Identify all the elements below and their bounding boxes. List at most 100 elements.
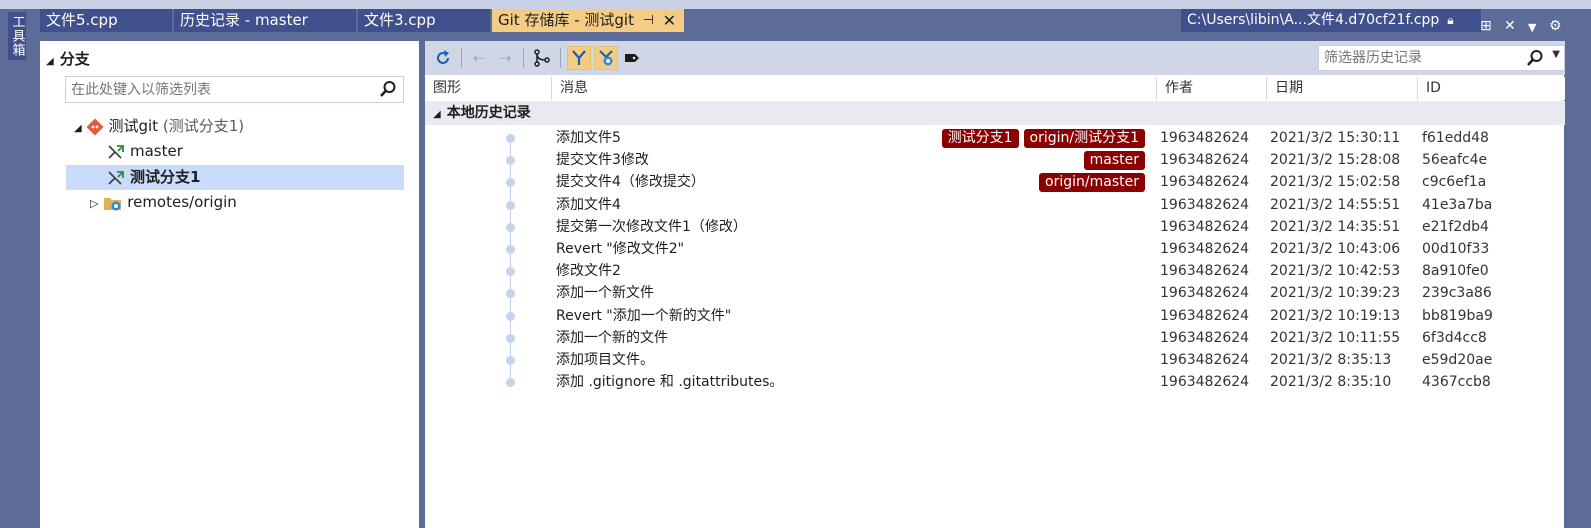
commit-row[interactable]: 添加文件5 1963482624 2021/3/2 15:30:11 f61edd48… bbox=[425, 127, 1565, 149]
repo-node[interactable]: ◢ 测试git (测试分支1) bbox=[74, 114, 244, 139]
commit-date: 2021/3/2 15:02:58 bbox=[1270, 174, 1401, 190]
ref-tags: 测试分支1 origin/测试分支1 bbox=[941, 129, 1145, 148]
tab-label: 文件3.cpp bbox=[364, 11, 436, 29]
commit-message: 添加 .gitignore 和 .gitattributes。 bbox=[556, 374, 784, 390]
commit-date: 2021/3/2 14:55:51 bbox=[1270, 197, 1401, 213]
toolbox-side-tab[interactable]: 工具箱 bbox=[8, 12, 26, 60]
commit-date: 2021/3/2 10:39:23 bbox=[1270, 285, 1401, 301]
branch-label: master bbox=[130, 142, 183, 160]
commit-date: 2021/3/2 10:19:13 bbox=[1270, 308, 1401, 324]
branches-header[interactable]: ◢ 分支 bbox=[46, 48, 90, 69]
commit-row[interactable]: 提交文件3修改 1963482624 2021/3/2 15:28:08 56eafc… bbox=[425, 149, 1565, 171]
commit-id: e21f2db4 bbox=[1422, 219, 1489, 235]
branch-filter-box[interactable] bbox=[65, 76, 404, 103]
commit-message: 提交文件4（修改提交） bbox=[556, 174, 705, 190]
graph-nodes-icon bbox=[534, 49, 550, 67]
history-filter-box[interactable]: ▼ bbox=[1318, 45, 1565, 71]
branch-ref-badge[interactable]: origin/测试分支1 bbox=[1023, 129, 1145, 148]
column-header-author[interactable]: 作者 bbox=[1157, 77, 1267, 100]
compare-commits-button[interactable] bbox=[530, 46, 554, 70]
ref-tags: master bbox=[1083, 151, 1145, 170]
commit-graph-node bbox=[506, 289, 515, 298]
commit-row[interactable]: 添加文件4 1963482624 2021/3/2 14:55:51 41e3a7ba bbox=[425, 194, 1565, 216]
remotes-origin-node[interactable]: ▷ remotes/origin bbox=[90, 190, 237, 215]
close-preview-icon[interactable]: ✕ bbox=[1504, 18, 1516, 34]
tab-git-repository[interactable]: Git 存储库 - 测试git ⊣ ✕ bbox=[492, 9, 684, 32]
commit-row[interactable]: 提交第一次修改文件1（修改） 1963482624 2021/3/2 14:35:5… bbox=[425, 216, 1565, 238]
history-toolbar: ⇠ ⇢ ▼ bbox=[425, 41, 1565, 75]
column-header-graph[interactable]: 图形 bbox=[425, 77, 552, 100]
branch-item-master[interactable]: master bbox=[106, 139, 183, 164]
commit-graph-node bbox=[506, 356, 515, 365]
commit-author: 1963482624 bbox=[1160, 152, 1250, 168]
commit-author: 1963482624 bbox=[1160, 241, 1250, 257]
branch-label: 测试分支1 bbox=[130, 168, 201, 186]
commit-graph-node bbox=[506, 223, 515, 232]
collapse-triangle-icon[interactable]: ◢ bbox=[46, 56, 54, 67]
commit-row[interactable]: 添加 .gitignore 和 .gitattributes。 196348262… bbox=[425, 371, 1565, 393]
pin-icon[interactable]: ⊣ bbox=[643, 9, 654, 32]
commit-id: f61edd48 bbox=[1422, 130, 1489, 146]
commit-author: 1963482624 bbox=[1160, 263, 1250, 279]
go-to-child-button[interactable]: ⇠ bbox=[467, 46, 491, 70]
expand-triangle-icon[interactable]: ◢ bbox=[74, 123, 82, 134]
commit-row[interactable]: Revert "添加一个新的文件" 1963482624 2021/3/2 10:1… bbox=[425, 305, 1565, 327]
column-header-date[interactable]: 日期 bbox=[1267, 77, 1418, 100]
toolbar-separator bbox=[461, 48, 462, 68]
commit-row[interactable]: Revert "修改文件2" 1963482624 2021/3/2 10:43:0… bbox=[425, 238, 1565, 260]
go-to-parent-button[interactable]: ⇢ bbox=[493, 46, 517, 70]
branch-filter-input[interactable] bbox=[66, 77, 366, 102]
branch-ref-badge[interactable]: master bbox=[1083, 151, 1145, 170]
commit-date: 2021/3/2 15:28:08 bbox=[1270, 152, 1401, 168]
tag-icon bbox=[625, 54, 639, 62]
show-tags-toggle[interactable] bbox=[620, 46, 644, 70]
show-first-parent-toggle[interactable] bbox=[567, 46, 591, 70]
collapse-triangle-icon[interactable]: ◢ bbox=[433, 109, 441, 120]
refresh-button[interactable] bbox=[431, 46, 455, 70]
tab-list-dropdown-icon[interactable]: ▼ bbox=[1528, 21, 1536, 34]
filter-dropdown-icon[interactable]: ▼ bbox=[1552, 49, 1560, 60]
tab-file3[interactable]: 文件3.cpp bbox=[358, 9, 490, 32]
window-top-strip bbox=[0, 0, 1591, 9]
refresh-icon bbox=[437, 50, 449, 64]
close-icon[interactable]: ✕ bbox=[663, 9, 676, 32]
commit-graph-node bbox=[506, 178, 515, 187]
remote-branch-icon bbox=[599, 50, 613, 66]
commit-graph-node bbox=[506, 312, 515, 321]
commit-graph-node bbox=[506, 134, 515, 143]
settings-gear-icon[interactable]: ⚙ bbox=[1549, 18, 1562, 34]
toolbar-separator bbox=[560, 48, 561, 68]
commit-id: 8a910fe0 bbox=[1422, 263, 1489, 279]
commit-graph-node bbox=[506, 156, 515, 165]
commit-author: 1963482624 bbox=[1160, 352, 1250, 368]
commit-author: 1963482624 bbox=[1160, 374, 1250, 390]
search-icon[interactable] bbox=[1526, 49, 1544, 67]
commit-row[interactable]: 提交文件4（修改提交） 1963482624 2021/3/2 15:02:58 c9… bbox=[425, 171, 1565, 193]
tab-history-master[interactable]: 历史记录 - master bbox=[174, 9, 356, 32]
commit-graph-node bbox=[506, 245, 515, 254]
search-icon[interactable] bbox=[379, 80, 397, 98]
column-header-message[interactable]: 消息 bbox=[552, 77, 1157, 100]
column-header-id[interactable]: ID bbox=[1418, 77, 1565, 100]
commit-row[interactable]: 添加项目文件。 1963482624 2021/3/2 8:35:13 e59d20a… bbox=[425, 349, 1565, 371]
commit-row[interactable]: 添加一个新的文件 1963482624 2021/3/2 10:11:55 6f3d4… bbox=[425, 327, 1565, 349]
commit-date: 2021/3/2 10:43:06 bbox=[1270, 241, 1401, 257]
branch-item-test-branch1[interactable]: 测试分支1 bbox=[66, 165, 404, 190]
keep-open-icon[interactable]: ⊞ bbox=[1480, 18, 1492, 34]
commit-author: 1963482624 bbox=[1160, 174, 1250, 190]
history-filter-input[interactable] bbox=[1319, 46, 1519, 70]
commit-message: 添加项目文件。 bbox=[556, 352, 654, 368]
branch-ref-badge[interactable]: origin/master bbox=[1039, 173, 1145, 192]
tab-preview-file4[interactable]: C:\Users\libin\A...文件4.d70cf21f.cpp 🔒︎ bbox=[1181, 9, 1481, 32]
commit-date: 2021/3/2 14:35:51 bbox=[1270, 219, 1401, 235]
history-panel: ⇠ ⇢ ▼ 图形 消息 作者 日期 ID ◢ 本地历史记录 添加文件5 196348… bbox=[425, 41, 1565, 528]
expand-triangle-icon[interactable]: ▷ bbox=[90, 197, 98, 210]
local-history-group[interactable]: ◢ 本地历史记录 bbox=[425, 101, 1565, 125]
commit-message: 添加一个新的文件 bbox=[556, 330, 668, 346]
tab-file5[interactable]: 文件5.cpp bbox=[40, 9, 172, 32]
commit-message: Revert "修改文件2" bbox=[556, 241, 685, 257]
show-remote-branches-toggle[interactable] bbox=[594, 46, 618, 70]
commit-row[interactable]: 添加一个新文件 1963482624 2021/3/2 10:39:23 239c3a… bbox=[425, 282, 1565, 304]
commit-row[interactable]: 修改文件2 1963482624 2021/3/2 10:42:53 8a910fe0 bbox=[425, 260, 1565, 282]
branch-ref-badge[interactable]: 测试分支1 bbox=[941, 129, 1019, 148]
